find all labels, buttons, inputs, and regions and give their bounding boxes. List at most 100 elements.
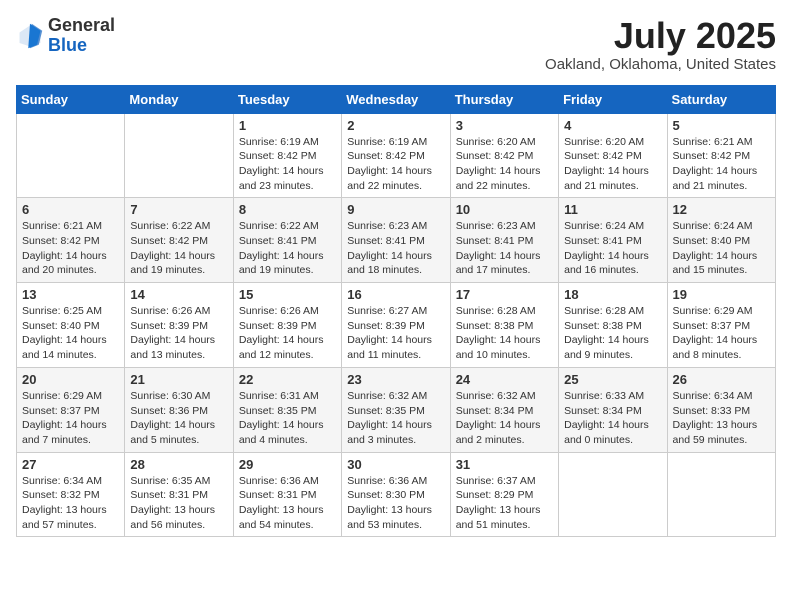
calendar-cell: 1Sunrise: 6:19 AM Sunset: 8:42 PM Daylig…	[233, 113, 341, 198]
calendar-cell: 2 Sunrise: 6:19 AM Sunset: 8:42 PM Daylig…	[342, 113, 450, 198]
calendar-table: SundayMondayTuesdayWednesdayThursdayFrid…	[16, 85, 776, 538]
calendar-cell: 21 Sunrise: 6:30 AM Sunset: 8:36 PM Dayli…	[125, 367, 233, 452]
day-number: 26	[673, 372, 770, 387]
day-info: Sunrise: 6:24 AM Sunset: 8:41 PM Dayligh…	[564, 219, 661, 278]
day-info: Sunrise: 6:34 AM Sunset: 8:33 PM Dayligh…	[673, 389, 770, 448]
day-info: Sunrise: 6:19 AM Sunset: 8:42 PM Dayligh…	[347, 135, 444, 194]
day-number: 22	[239, 372, 336, 387]
day-info: Sunrise: 6:26 AM Sunset: 8:39 PM Dayligh…	[130, 304, 227, 363]
calendar-cell: 8 Sunrise: 6:22 AM Sunset: 8:41 PM Daylig…	[233, 198, 341, 283]
day-number: 3	[456, 118, 553, 133]
day-number: 19	[673, 287, 770, 302]
day-number: 24	[456, 372, 553, 387]
calendar-cell: 29 Sunrise: 6:36 AM Sunset: 8:31 PM Dayli…	[233, 452, 341, 537]
calendar-cell: 20 Sunrise: 6:29 AM Sunset: 8:37 PM Dayli…	[17, 367, 125, 452]
day-number: 17	[456, 287, 553, 302]
calendar-cell: 23 Sunrise: 6:32 AM Sunset: 8:35 PM Dayli…	[342, 367, 450, 452]
logo-icon	[16, 22, 44, 50]
day-info: Sunrise: 6:31 AM Sunset: 8:35 PM Dayligh…	[239, 389, 336, 448]
calendar-cell: 28 Sunrise: 6:35 AM Sunset: 8:31 PM Dayli…	[125, 452, 233, 537]
day-number: 28	[130, 457, 227, 472]
day-info: Sunrise: 6:35 AM Sunset: 8:31 PM Dayligh…	[130, 474, 227, 533]
day-number: 15	[239, 287, 336, 302]
calendar-cell: 19 Sunrise: 6:29 AM Sunset: 8:37 PM Dayli…	[667, 283, 775, 368]
day-info: Sunrise: 6:26 AM Sunset: 8:39 PM Dayligh…	[239, 304, 336, 363]
weekday-header: Monday	[125, 85, 233, 113]
calendar-cell: 15 Sunrise: 6:26 AM Sunset: 8:39 PM Dayli…	[233, 283, 341, 368]
day-number: 9	[347, 202, 444, 217]
calendar-cell: 16Sunrise: 6:27 AM Sunset: 8:39 PM Dayli…	[342, 283, 450, 368]
calendar-cell: 5Sunrise: 6:21 AM Sunset: 8:42 PM Daylig…	[667, 113, 775, 198]
calendar-week-row: 13 Sunrise: 6:25 AM Sunset: 8:40 PM Dayli…	[17, 283, 776, 368]
calendar-cell: 30Sunrise: 6:36 AM Sunset: 8:30 PM Dayli…	[342, 452, 450, 537]
weekday-header: Friday	[559, 85, 667, 113]
calendar-cell: 17 Sunrise: 6:28 AM Sunset: 8:38 PM Dayli…	[450, 283, 558, 368]
weekday-header: Thursday	[450, 85, 558, 113]
day-number: 30	[347, 457, 444, 472]
day-info: Sunrise: 6:28 AM Sunset: 8:38 PM Dayligh…	[564, 304, 661, 363]
calendar-cell: 12Sunrise: 6:24 AM Sunset: 8:40 PM Dayli…	[667, 198, 775, 283]
day-number: 18	[564, 287, 661, 302]
day-info: Sunrise: 6:34 AM Sunset: 8:32 PM Dayligh…	[22, 474, 119, 533]
day-number: 13	[22, 287, 119, 302]
weekday-header: Saturday	[667, 85, 775, 113]
day-info: Sunrise: 6:37 AM Sunset: 8:29 PM Dayligh…	[456, 474, 553, 533]
day-number: 12	[673, 202, 770, 217]
day-info: Sunrise: 6:28 AM Sunset: 8:38 PM Dayligh…	[456, 304, 553, 363]
logo-text: General Blue	[48, 16, 115, 56]
day-number: 31	[456, 457, 553, 472]
day-info: Sunrise: 6:32 AM Sunset: 8:34 PM Dayligh…	[456, 389, 553, 448]
day-number: 8	[239, 202, 336, 217]
day-number: 2	[347, 118, 444, 133]
day-info: Sunrise: 6:29 AM Sunset: 8:37 PM Dayligh…	[673, 304, 770, 363]
day-number: 25	[564, 372, 661, 387]
day-number: 6	[22, 202, 119, 217]
day-number: 4	[564, 118, 661, 133]
day-number: 1	[239, 118, 336, 133]
day-number: 23	[347, 372, 444, 387]
location: Oakland, Oklahoma, United States	[545, 56, 776, 73]
title-block: July 2025 Oakland, Oklahoma, United Stat…	[545, 16, 776, 73]
day-info: Sunrise: 6:27 AM Sunset: 8:39 PM Dayligh…	[347, 304, 444, 363]
calendar-cell: 3 Sunrise: 6:20 AM Sunset: 8:42 PM Daylig…	[450, 113, 558, 198]
day-number: 27	[22, 457, 119, 472]
day-info: Sunrise: 6:23 AM Sunset: 8:41 PM Dayligh…	[347, 219, 444, 278]
calendar-cell	[17, 113, 125, 198]
day-info: Sunrise: 6:20 AM Sunset: 8:42 PM Dayligh…	[456, 135, 553, 194]
day-info: Sunrise: 6:20 AM Sunset: 8:42 PM Dayligh…	[564, 135, 661, 194]
day-info: Sunrise: 6:25 AM Sunset: 8:40 PM Dayligh…	[22, 304, 119, 363]
day-number: 11	[564, 202, 661, 217]
day-info: Sunrise: 6:22 AM Sunset: 8:42 PM Dayligh…	[130, 219, 227, 278]
day-info: Sunrise: 6:32 AM Sunset: 8:35 PM Dayligh…	[347, 389, 444, 448]
day-number: 29	[239, 457, 336, 472]
day-info: Sunrise: 6:36 AM Sunset: 8:31 PM Dayligh…	[239, 474, 336, 533]
calendar-cell: 13 Sunrise: 6:25 AM Sunset: 8:40 PM Dayli…	[17, 283, 125, 368]
month-title: July 2025	[545, 16, 776, 56]
weekday-header: Wednesday	[342, 85, 450, 113]
calendar-cell	[667, 452, 775, 537]
day-number: 21	[130, 372, 227, 387]
calendar-cell: 10 Sunrise: 6:23 AM Sunset: 8:41 PM Dayli…	[450, 198, 558, 283]
calendar-cell: 14 Sunrise: 6:26 AM Sunset: 8:39 PM Dayli…	[125, 283, 233, 368]
day-number: 5	[673, 118, 770, 133]
logo: General Blue	[16, 16, 115, 56]
day-number: 20	[22, 372, 119, 387]
page-header: General Blue July 2025 Oakland, Oklahoma…	[16, 16, 776, 73]
day-info: Sunrise: 6:29 AM Sunset: 8:37 PM Dayligh…	[22, 389, 119, 448]
calendar-cell: 31 Sunrise: 6:37 AM Sunset: 8:29 PM Dayli…	[450, 452, 558, 537]
day-info: Sunrise: 6:23 AM Sunset: 8:41 PM Dayligh…	[456, 219, 553, 278]
day-info: Sunrise: 6:22 AM Sunset: 8:41 PM Dayligh…	[239, 219, 336, 278]
day-number: 14	[130, 287, 227, 302]
calendar-cell	[125, 113, 233, 198]
day-info: Sunrise: 6:30 AM Sunset: 8:36 PM Dayligh…	[130, 389, 227, 448]
calendar-cell: 26 Sunrise: 6:34 AM Sunset: 8:33 PM Dayli…	[667, 367, 775, 452]
calendar-cell: 27 Sunrise: 6:34 AM Sunset: 8:32 PM Dayli…	[17, 452, 125, 537]
calendar-cell: 25Sunrise: 6:33 AM Sunset: 8:34 PM Dayli…	[559, 367, 667, 452]
calendar-week-row: 20 Sunrise: 6:29 AM Sunset: 8:37 PM Dayli…	[17, 367, 776, 452]
calendar-header-row: SundayMondayTuesdayWednesdayThursdayFrid…	[17, 85, 776, 113]
day-number: 7	[130, 202, 227, 217]
calendar-cell: 11 Sunrise: 6:24 AM Sunset: 8:41 PM Dayli…	[559, 198, 667, 283]
calendar-cell: 9 Sunrise: 6:23 AM Sunset: 8:41 PM Daylig…	[342, 198, 450, 283]
day-number: 10	[456, 202, 553, 217]
calendar-week-row: 1 Sunrise: 6:19 AM Sunset: 8:42 PM Daylig…	[17, 113, 776, 198]
